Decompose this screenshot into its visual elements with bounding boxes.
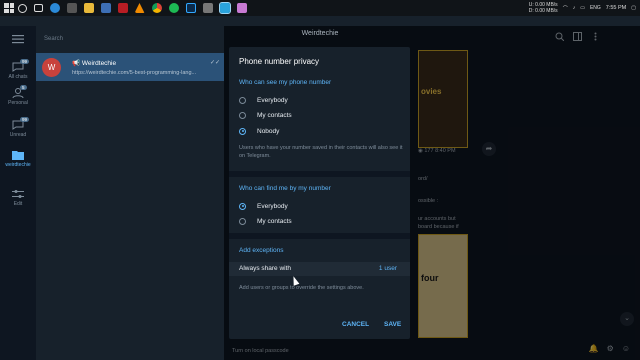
chat-name: 📢 Weirdtechie (72, 59, 116, 67)
radio-label: Everybody (257, 202, 288, 210)
radio-see-nobody[interactable]: Nobody (239, 125, 279, 137)
keyboard-icon[interactable]: ▭ (580, 5, 585, 11)
telegram-icon[interactable] (218, 2, 231, 14)
mail-icon[interactable] (100, 3, 111, 13)
exception-label: Always share with (239, 265, 292, 272)
radio-label: Nobody (257, 127, 280, 135)
chat-row-weirdtechie[interactable]: W 📢 Weirdtechie https://weirdtechie.com/… (36, 53, 224, 81)
radio-button[interactable] (239, 96, 246, 104)
sliders-icon (12, 190, 24, 198)
clock[interactable]: 7:55 PM (606, 5, 626, 12)
radio-see-everybody[interactable]: Everybody (239, 94, 288, 106)
radio-button[interactable] (239, 202, 246, 210)
radio-button[interactable] (239, 111, 246, 119)
section-heading: Who can find me by my number (239, 185, 331, 192)
pin-icon: ✓✓ (209, 60, 220, 66)
section-heading: Add exceptions (239, 247, 284, 254)
language-indicator[interactable]: ENG (590, 5, 601, 11)
windows-taskbar: U: 0.00 MB/s D: 0.00 MB/s ⌒ ♪ ▭ ENG 7:55… (0, 0, 640, 16)
cancel-button[interactable]: CANCEL (342, 321, 369, 328)
task-view-icon[interactable] (33, 4, 43, 12)
radio-label: My contacts (257, 217, 292, 225)
windows-icon[interactable] (4, 3, 14, 13)
rail-item-unread[interactable]: 99 Unread (0, 117, 36, 138)
rail-item-weirdtechie[interactable]: weirdtechie (0, 150, 36, 168)
unread-badge: 99 (20, 117, 30, 122)
app-icon[interactable] (236, 3, 247, 13)
download-speed: 0.00 MB/s (535, 8, 558, 14)
wifi-icon[interactable]: ⌒ (563, 5, 568, 12)
radio-see-my-contacts[interactable]: My contacts (239, 109, 292, 121)
exceptions-hint: Add users or groups to override the sett… (239, 285, 364, 291)
radio-button[interactable] (239, 127, 246, 135)
rail-label: All chats (8, 74, 28, 80)
radio-find-everybody[interactable]: Everybody (239, 200, 288, 212)
always-share-with-row[interactable]: Always share with 1 user (229, 262, 410, 276)
rail-label: Unread (9, 132, 27, 138)
file-explorer-icon[interactable] (83, 3, 94, 13)
chat-preview: https://weirdtechie.com/5-best-programmi… (72, 70, 197, 76)
network-speed: U: 0.00 MB/s D: 0.00 MB/s (529, 2, 558, 14)
photoshop-icon[interactable] (185, 3, 196, 13)
chrome-icon[interactable] (151, 3, 162, 13)
notification-icon[interactable]: ▢ (631, 5, 636, 11)
chat-title: Weirdtechie (81, 60, 117, 67)
netflix-icon[interactable] (117, 3, 128, 13)
dialog-title: Phone number privacy (239, 57, 320, 66)
avatar: W (42, 58, 61, 77)
unread-badge: 5 (20, 85, 27, 90)
camera-icon[interactable] (202, 3, 213, 13)
window-title: Weirdtechie (301, 30, 339, 37)
edge-icon[interactable] (49, 3, 60, 13)
rail-label: weirdtechie (5, 162, 31, 168)
chat-list: Search W 📢 Weirdtechie https://weirdtech… (36, 26, 224, 360)
rail-item-personal[interactable]: 5 Personal (0, 85, 36, 106)
radio-label: My contacts (257, 111, 292, 119)
rail-label: Edit (13, 201, 23, 207)
unread-badge: 99 (20, 59, 30, 64)
title-bar (0, 16, 640, 26)
rail-item-all-chats[interactable]: 99 All chats (0, 59, 36, 80)
divider (229, 233, 410, 239)
radio-label: Everybody (257, 96, 288, 104)
megaphone-icon: 📢 (72, 60, 81, 67)
section-heading: Who can see my phone number (239, 79, 332, 86)
exception-count: 1 user (378, 265, 397, 272)
volume-icon[interactable]: ♪ (573, 5, 576, 11)
radio-find-my-contacts[interactable]: My contacts (239, 215, 292, 227)
folder-icon (12, 151, 24, 160)
phone-privacy-dialog: Phone number privacy Who can see my phon… (229, 47, 410, 339)
rail-label: Personal (8, 100, 28, 106)
vlc-icon[interactable] (134, 3, 145, 13)
rail-item-edit[interactable]: Edit (0, 189, 36, 207)
radio-button[interactable] (239, 217, 246, 225)
spotify-icon[interactable] (168, 3, 179, 13)
store-icon[interactable] (66, 3, 77, 13)
download-label: D: (528, 8, 534, 14)
divider (229, 171, 410, 177)
search-icon[interactable] (17, 3, 27, 13)
system-tray: U: 0.00 MB/s D: 0.00 MB/s ⌒ ♪ ▭ ENG 7:55… (529, 0, 636, 16)
save-button[interactable]: SAVE (384, 321, 401, 328)
folders-rail: 99 All chats 5 Personal 99 Unread weirdt… (0, 26, 36, 360)
section-hint: Users who have your number saved in thei… (239, 145, 403, 159)
clock-time: 7:55 PM (605, 4, 627, 11)
